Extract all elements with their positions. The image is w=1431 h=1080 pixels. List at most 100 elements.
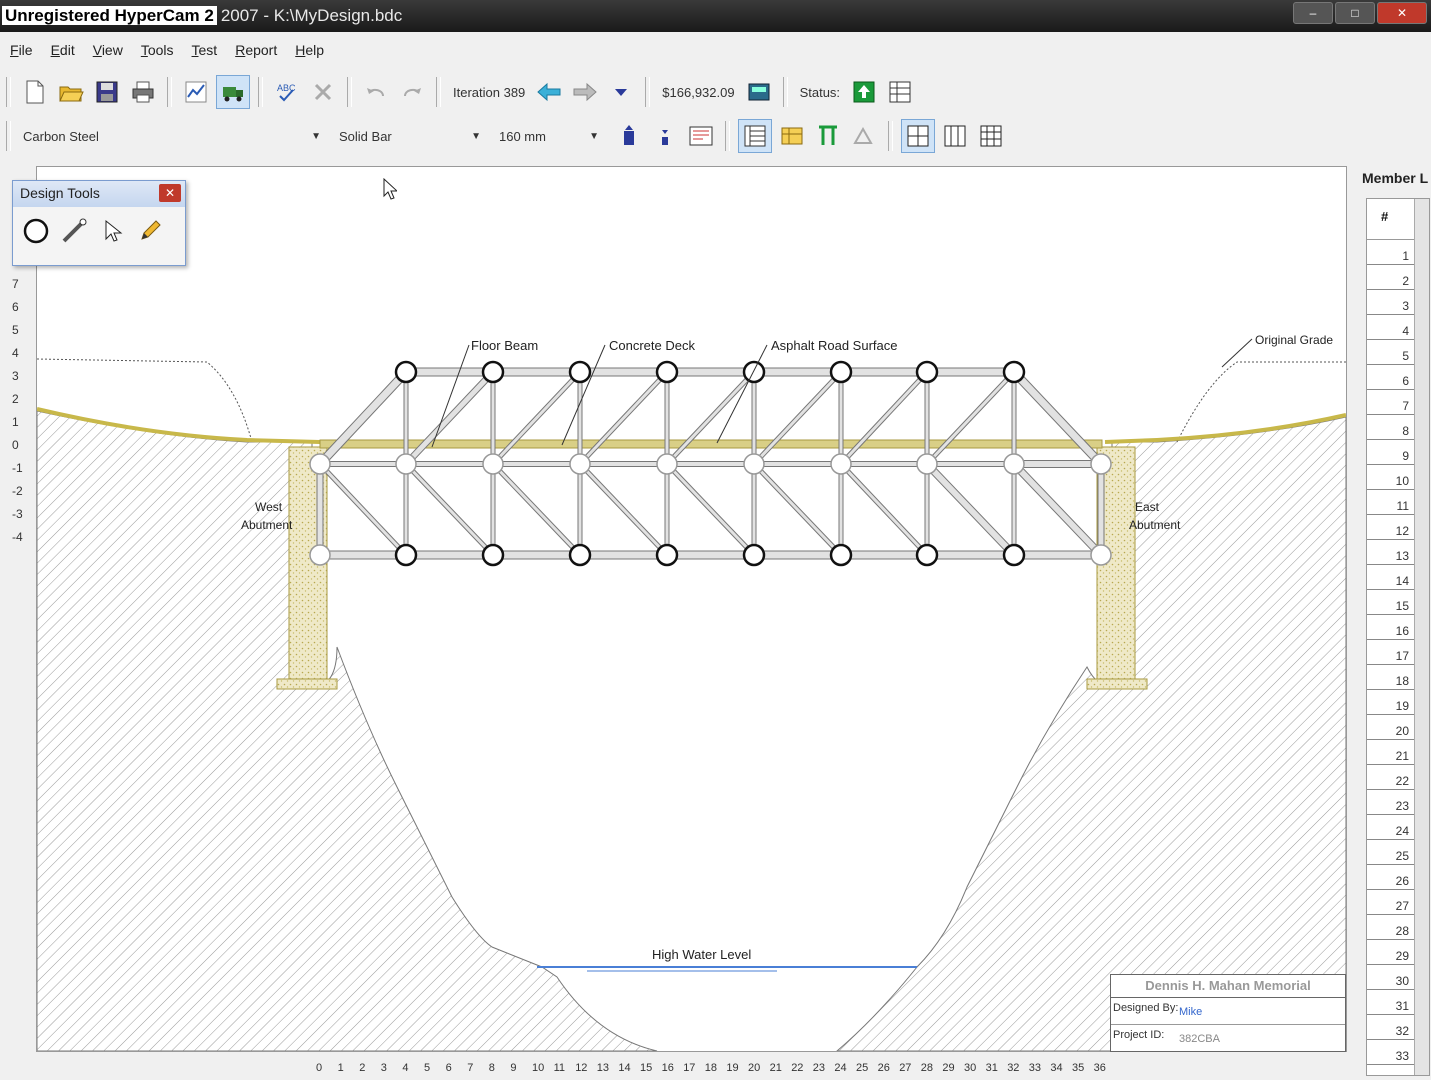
design-tools-title[interactable]: Design Tools ✕ — [13, 181, 185, 207]
member-row[interactable]: 32 — [1367, 1016, 1415, 1040]
truss-member[interactable] — [578, 370, 669, 466]
joint-node[interactable] — [743, 453, 765, 475]
member-row[interactable]: 20 — [1367, 716, 1415, 740]
save-button[interactable] — [91, 76, 123, 108]
joint-node[interactable] — [482, 453, 504, 475]
load-test-button[interactable] — [216, 75, 250, 109]
member-row[interactable]: 2 — [1367, 266, 1415, 290]
truss-member[interactable] — [491, 370, 582, 466]
member-row[interactable]: 8 — [1367, 416, 1415, 440]
next-iteration-button[interactable] — [569, 76, 601, 108]
toolbar-grip[interactable] — [6, 77, 11, 107]
truss-member[interactable] — [665, 370, 756, 466]
analysis-button[interactable] — [180, 76, 212, 108]
cost-report-button[interactable] — [743, 76, 775, 108]
member-list-toggle[interactable] — [738, 119, 772, 153]
member-row[interactable]: 16 — [1367, 616, 1415, 640]
new-file-button[interactable] — [19, 76, 51, 108]
print-button[interactable] — [127, 76, 159, 108]
material-select[interactable]: Carbon Steel ▼ — [17, 123, 327, 149]
joint-node[interactable] — [569, 453, 591, 475]
member-row[interactable]: 21 — [1367, 741, 1415, 765]
truss-member[interactable] — [491, 462, 582, 557]
maximize-button[interactable]: □ — [1335, 2, 1375, 24]
truss-member[interactable] — [404, 462, 495, 557]
member-row[interactable]: 7 — [1367, 391, 1415, 415]
member-row[interactable]: 26 — [1367, 866, 1415, 890]
truss-member[interactable] — [839, 462, 929, 557]
menu-tools[interactable]: Tools — [131, 38, 182, 64]
design-tools-palette[interactable]: Design Tools ✕ — [12, 180, 186, 266]
member-row[interactable]: 29 — [1367, 941, 1415, 965]
iteration-dropdown-button[interactable] — [605, 76, 637, 108]
member-row[interactable]: 33 — [1367, 1041, 1415, 1065]
joint-node[interactable] — [915, 360, 939, 384]
truss-member[interactable] — [1011, 461, 1104, 558]
member-row[interactable]: 10 — [1367, 466, 1415, 490]
menu-edit[interactable]: Edit — [41, 38, 83, 64]
bridge-drawing-canvas[interactable]: Floor Beam Concrete Deck Asphalt Road Su… — [36, 166, 1347, 1052]
truss-member[interactable] — [318, 462, 408, 557]
joint-node[interactable] — [481, 360, 505, 384]
member-row[interactable]: 28 — [1367, 916, 1415, 940]
member-row[interactable]: 6 — [1367, 366, 1415, 390]
menu-test[interactable]: Test — [182, 38, 226, 64]
layout-button[interactable] — [884, 76, 916, 108]
member-row[interactable]: 18 — [1367, 666, 1415, 690]
section-select[interactable]: Solid Bar ▼ — [333, 123, 487, 149]
member-row[interactable]: 13 — [1367, 541, 1415, 565]
bridge-drawing[interactable]: Floor Beam Concrete Deck Asphalt Road Su… — [37, 167, 1346, 1051]
member-row[interactable]: 4 — [1367, 316, 1415, 340]
menu-report[interactable]: Report — [225, 38, 285, 64]
member-row[interactable]: 17 — [1367, 641, 1415, 665]
joint-node[interactable] — [568, 360, 592, 384]
member-properties-button[interactable] — [685, 120, 717, 152]
design-tools-close-button[interactable]: ✕ — [159, 184, 181, 202]
joint-node[interactable] — [742, 360, 766, 384]
truss-member[interactable] — [839, 370, 929, 466]
grid-fine-button[interactable] — [975, 120, 1007, 152]
joint-node[interactable] — [1090, 544, 1112, 566]
member-list-scrollbar[interactable] — [1414, 199, 1429, 1075]
member-row[interactable]: 14 — [1367, 566, 1415, 590]
member-row[interactable]: 24 — [1367, 816, 1415, 840]
previous-iteration-button[interactable] — [533, 76, 565, 108]
joint-node[interactable] — [309, 453, 331, 475]
joint-node[interactable] — [1003, 453, 1025, 475]
minimize-button[interactable]: – — [1293, 2, 1333, 24]
member-row[interactable]: 3 — [1367, 291, 1415, 315]
member-row[interactable]: 12 — [1367, 516, 1415, 540]
member-row[interactable]: 23 — [1367, 791, 1415, 815]
status-indicator[interactable] — [848, 76, 880, 108]
member-numbers-toggle[interactable] — [812, 120, 844, 152]
member-row[interactable]: 31 — [1367, 991, 1415, 1015]
truss-member[interactable] — [752, 370, 843, 466]
truss-member[interactable] — [925, 370, 1016, 466]
open-file-button[interactable] — [55, 76, 87, 108]
member-row[interactable]: 1 — [1367, 241, 1415, 265]
joint-node[interactable] — [916, 453, 938, 475]
menu-file[interactable]: File — [0, 38, 41, 64]
member-row[interactable]: 22 — [1367, 766, 1415, 790]
member-row[interactable]: 15 — [1367, 591, 1415, 615]
delete-button[interactable] — [307, 76, 339, 108]
menu-help[interactable]: Help — [285, 38, 332, 64]
member-list[interactable]: # 1 2 3 4 5 6 7 8 9 10 11 12 13 14 15 16 17 18 19 20 21 22 23 2… — [1366, 198, 1430, 1076]
member-row[interactable]: 30 — [1367, 966, 1415, 990]
joint-node[interactable] — [394, 360, 418, 384]
joint-node[interactable] — [655, 543, 679, 567]
joint-node[interactable] — [395, 453, 417, 475]
select-tool-button[interactable] — [95, 213, 129, 249]
joint-node[interactable] — [915, 543, 939, 567]
member-row[interactable]: 25 — [1367, 841, 1415, 865]
erase-tool-button[interactable] — [133, 213, 167, 249]
member-row[interactable]: 5 — [1367, 341, 1415, 365]
truss-members[interactable] — [315, 367, 1106, 560]
joint-node[interactable] — [309, 544, 331, 566]
joint-node[interactable] — [742, 543, 766, 567]
joint-node[interactable] — [829, 543, 853, 567]
member-tool-button[interactable] — [57, 213, 91, 249]
joint-node[interactable] — [655, 360, 679, 384]
increase-size-button[interactable] — [613, 120, 645, 152]
undo-button[interactable] — [360, 76, 392, 108]
